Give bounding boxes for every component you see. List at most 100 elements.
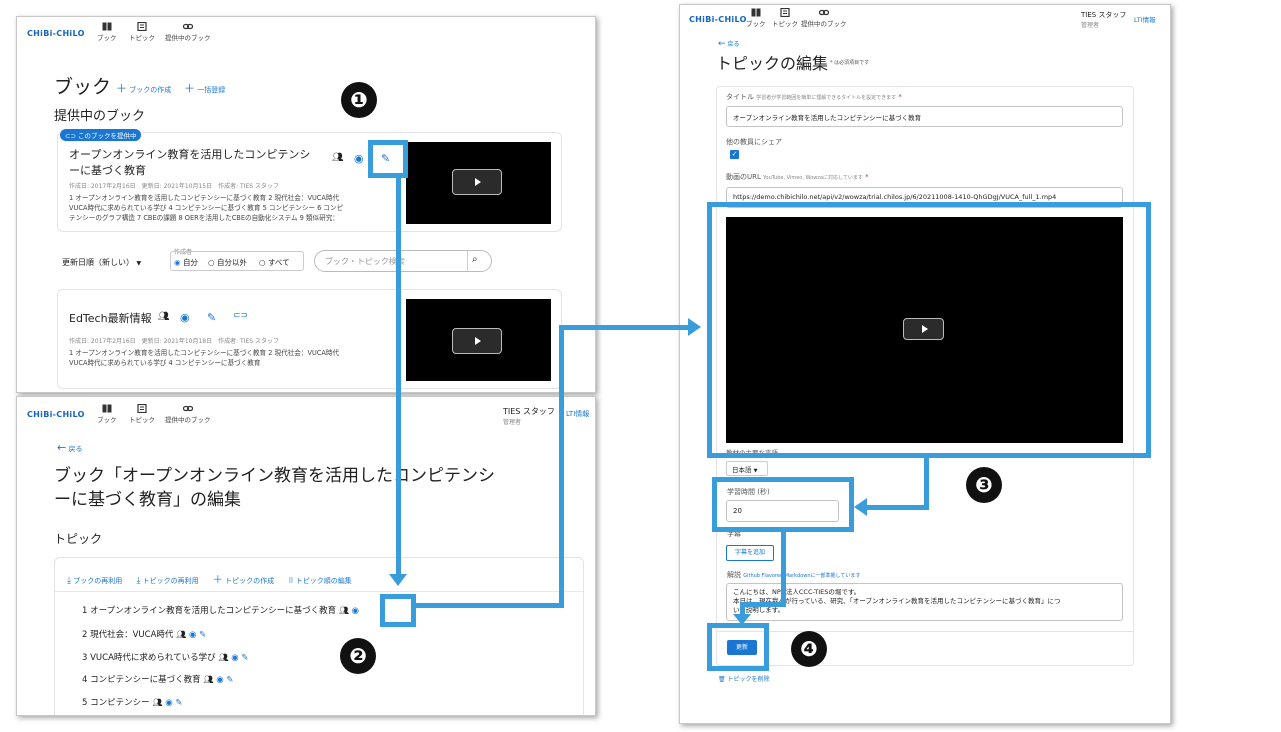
radio-other[interactable]: ○ 自分以外 bbox=[208, 257, 247, 268]
topic-item-3[interactable]: 3 VUCA時代に求められている学び 👥︎ ◉ ✎ bbox=[82, 651, 248, 663]
book-card-edtech[interactable]: EdTech最新情報 👥︎ ◉ ✎ ⊂⊃ 作成日: 2017年2月16日 更新日… bbox=[57, 289, 562, 389]
edit-pencil-icon[interactable]: ✎ bbox=[241, 653, 248, 663]
nav-shared-book[interactable]: 提供中のブック bbox=[165, 404, 211, 424]
book-desc-line3: テンシーのグラフ構造 7 CBEの課題 8 OERを活用したCBEの自動化システ… bbox=[69, 214, 339, 222]
highlight-edit-topic bbox=[380, 594, 416, 627]
edit-pencil-icon[interactable]: ✎ bbox=[199, 630, 206, 640]
radio-all[interactable]: ○ すべて bbox=[259, 257, 290, 268]
user-info: TIES スタッフ 管理者 bbox=[1081, 10, 1126, 29]
order-edit-toggle[interactable]: ⠿ トピック順の編集 bbox=[288, 577, 351, 585]
url-input-value: https://demo.chibichilo.net/api/v2/wowza… bbox=[733, 193, 1057, 201]
preview-eye-icon[interactable]: ◉ bbox=[189, 630, 196, 640]
delete-topic-label: トピックを削除 bbox=[727, 676, 770, 683]
book-edit-panel: CHiBi-CHiLO ブック トピック 提供中のブック TIES スタッフ 管… bbox=[16, 396, 596, 716]
page-title: トピックの編集 bbox=[716, 54, 829, 73]
user-name: TIES スタッフ bbox=[503, 407, 555, 416]
create-topic-button[interactable]: ＋ トピックの作成 bbox=[212, 575, 274, 586]
back-link[interactable]: ← 戻る bbox=[57, 441, 82, 454]
nav-shared-book-label: 提供中のブック bbox=[165, 34, 211, 42]
nav-topic[interactable]: トピック bbox=[129, 22, 155, 42]
sort-select[interactable]: 更新日順（新しい） ▼ bbox=[62, 257, 141, 268]
book-desc-line2: VUCA時代に求められている学び 4 コンピテンシーに基づく教育 5 コンピテン… bbox=[69, 204, 344, 212]
highlight-study-time bbox=[712, 477, 854, 532]
user-role: 管理者 bbox=[503, 419, 522, 426]
book-title: オープンオンライン教育を活用したコンピテンシ ーに基づく教育 bbox=[69, 147, 310, 179]
nav-topic-label: トピック bbox=[129, 34, 155, 42]
topic-icon bbox=[780, 8, 790, 17]
lti-info-link[interactable]: LTI情報 bbox=[1134, 14, 1156, 24]
page-title: ブック「オープンオンライン教育を活用したコンピテンシ ーに基づく教育」の編集 bbox=[54, 464, 495, 512]
delete-topic-link[interactable]: 🗑︎ トピックを削除 bbox=[718, 674, 770, 683]
nav-shared-book-label: 提供中のブック bbox=[165, 416, 211, 424]
reuse-topic-button[interactable]: ⤓ トピックの再利用 bbox=[136, 576, 198, 586]
connector-time-update-a bbox=[781, 532, 786, 607]
step-number-1: ❶ bbox=[341, 82, 377, 118]
radio-self[interactable]: ◉ 自分 bbox=[174, 257, 198, 268]
share-checkbox[interactable]: ✓ bbox=[730, 150, 739, 159]
preview-eye-icon[interactable]: ◉ bbox=[216, 675, 223, 685]
topic-item-5[interactable]: 5 コンピテンシー 👥︎ ◉ ✎ bbox=[82, 696, 182, 708]
order-edit-label: トピック順の編集 bbox=[295, 577, 352, 585]
book-desc-line1: 1 オープンオンライン教育を活用したコンピテンシーに基づく教育 2 現代社会：V… bbox=[69, 194, 340, 202]
app-bar: CHiBi-CHiLO ブック トピック 提供中のブック TIES スタッフ 管… bbox=[680, 5, 1170, 41]
preview-eye-icon[interactable]: ◉ bbox=[354, 152, 364, 165]
play-button[interactable] bbox=[452, 169, 502, 195]
link-icon[interactable]: ⊂⊃ bbox=[233, 311, 248, 321]
create-book-link[interactable]: ＋ ブックの作成 bbox=[116, 80, 171, 96]
connector-step2-step3c bbox=[559, 325, 689, 330]
reuse-book-label: ブックの再利用 bbox=[73, 577, 123, 585]
language-select[interactable]: 日本語 ▼ bbox=[726, 461, 768, 476]
topic-item-label: 2 現代社会：VUCA時代 bbox=[82, 630, 174, 640]
back-link[interactable]: ← 戻る bbox=[718, 39, 739, 49]
download-icon: ⤓ bbox=[67, 576, 71, 586]
download-icon: ⤓ bbox=[136, 576, 141, 586]
nav-shared-book[interactable]: 提供中のブック bbox=[801, 8, 847, 28]
topic-item-4[interactable]: 4 コンピテンシーに基づく教育 👥︎ ◉ ✎ bbox=[82, 673, 233, 685]
video-thumbnail[interactable] bbox=[406, 299, 551, 381]
shared-users-icon: 👥︎ bbox=[218, 653, 229, 662]
shared-users-icon: 👥︎ bbox=[158, 312, 170, 322]
topic-toolbar: ⤓ ブックの再利用 ⤓ トピックの再利用 ＋ トピックの作成 ⠿ トピック順の編… bbox=[67, 571, 352, 586]
add-icon: ＋ bbox=[212, 575, 223, 586]
bulk-register-link[interactable]: ＋ 一括登録 bbox=[184, 80, 225, 96]
topic-item-1[interactable]: 1 オープンオンライン教育を活用したコンピテンシーに基づく教育 👥︎ ◉ bbox=[82, 604, 359, 616]
nav-book[interactable]: ブック bbox=[746, 8, 766, 28]
page-title: ブック bbox=[54, 76, 112, 98]
topic-card: ⤓ ブックの再利用 ⤓ トピックの再利用 ＋ トピックの作成 ⠿ トピック順の編… bbox=[54, 557, 584, 715]
title-label-text: タイトル bbox=[726, 93, 754, 101]
edit-pencil-icon[interactable]: ✎ bbox=[175, 698, 182, 708]
preview-eye-icon[interactable]: ◉ bbox=[352, 606, 359, 616]
topic-item-2[interactable]: 2 現代社会：VUCA時代 👥︎ ◉ ✎ bbox=[82, 628, 206, 640]
nav-book[interactable]: ブック bbox=[97, 404, 117, 424]
language-value: 日本語 bbox=[732, 466, 752, 474]
play-button[interactable] bbox=[452, 328, 502, 354]
nav-book-label: ブック bbox=[97, 34, 117, 42]
title-input[interactable]: オープンオンライン教育を活用したコンピテンシーに基づく教育 bbox=[726, 106, 1123, 127]
search-icon[interactable]: ⌕ bbox=[472, 254, 478, 265]
add-subtitle-button[interactable]: 字幕を追加 bbox=[726, 545, 774, 561]
book-title-line1: オープンオンライン教育を活用したコンピテンシ bbox=[69, 148, 311, 161]
nav-shared-book[interactable]: 提供中のブック bbox=[165, 22, 211, 42]
nav-topic[interactable]: トピック bbox=[129, 404, 155, 424]
preview-eye-icon[interactable]: ◉ bbox=[180, 311, 190, 324]
description-label-text: 解説 bbox=[727, 571, 741, 579]
edit-pencil-icon[interactable]: ✎ bbox=[207, 311, 216, 324]
app-bar: CHiBi-CHiLO ブック トピック 提供中のブック TIES スタッフ 管… bbox=[17, 397, 595, 433]
lti-info-link[interactable]: LTI情報 bbox=[566, 409, 589, 419]
preview-eye-icon[interactable]: ◉ bbox=[165, 698, 172, 708]
nav-book[interactable]: ブック bbox=[97, 22, 117, 42]
user-role: 管理者 bbox=[1081, 22, 1100, 29]
nav-topic[interactable]: トピック bbox=[772, 8, 798, 28]
user-name: TIES スタッフ bbox=[1081, 11, 1127, 19]
video-thumbnail[interactable] bbox=[406, 142, 551, 224]
reuse-book-button[interactable]: ⤓ ブックの再利用 bbox=[67, 576, 123, 586]
required-note: * は必須項目です bbox=[830, 60, 870, 66]
book-card[interactable]: ⊂⊃ このブックを提供中 オープンオンライン教育を活用したコンピテンシ ーに基づ… bbox=[57, 129, 562, 232]
preview-eye-icon[interactable]: ◉ bbox=[231, 653, 238, 663]
edit-pencil-icon[interactable]: ✎ bbox=[226, 675, 233, 685]
search-input[interactable]: ブック・トピック検索 bbox=[325, 256, 405, 267]
badge-link-icon: ⊂⊃ bbox=[65, 132, 76, 140]
search-field[interactable]: ブック・トピック検索 ⌕ bbox=[314, 250, 492, 272]
shared-users-icon: 👥︎ bbox=[332, 153, 344, 163]
title-label: タイトル 学習者が学習範囲を簡単に理解できるタイトルを設定できます * bbox=[726, 92, 902, 102]
